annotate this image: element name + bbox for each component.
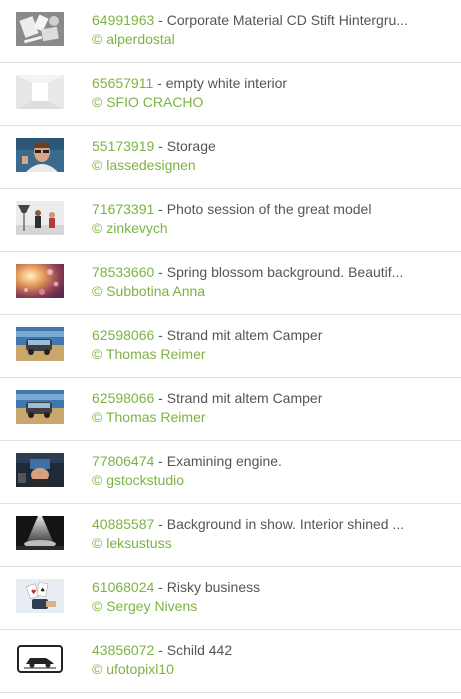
list-item[interactable]: 62598066 - Strand mit altem Camper © Tho… [0,315,461,378]
list-item[interactable]: 62598066 - Strand mit altem Camper © Tho… [0,378,461,441]
list-item[interactable]: 43856072 - Schild 442 © ufotopixl10 [0,630,461,693]
list-item[interactable]: 71673391 - Photo session of the great mo… [0,189,461,252]
item-id-link[interactable]: 62598066 [92,390,154,406]
list-item[interactable]: 77806474 - Examining engine. © gstockstu… [0,441,461,504]
author-link[interactable]: © zinkevych [92,219,452,238]
list-item[interactable]: 78533660 - Spring blossom background. Be… [0,252,461,315]
item-title: Photo session of the great model [166,201,372,217]
item-title: Schild 442 [166,642,233,658]
svg-text:♥: ♥ [31,589,36,596]
item-id-link[interactable]: 61068024 [92,579,154,595]
thumbnail-traffic-sign[interactable] [16,642,64,676]
item-title-line: 64991963 - Corporate Material CD Stift H… [92,12,408,28]
item-id-link[interactable]: 40885587 [92,516,154,532]
author-link[interactable]: © leksustuss [92,534,452,553]
list-item[interactable]: 65657911 - empty white interior © SFIO C… [0,63,461,126]
item-id-link[interactable]: 78533660 [92,264,154,280]
item-id-link[interactable]: 62598066 [92,327,154,343]
item-title: empty white interior [165,75,288,91]
item-id-link[interactable]: 64991963 [92,12,154,28]
svg-text:♠: ♠ [40,587,45,594]
item-title: Background in show. Interior shined ... [166,516,405,532]
list-item[interactable]: ♥ ♠ 61068024 - Risky business © Sergey N… [0,567,461,630]
thumbnail-man-glasses[interactable] [16,138,64,172]
item-id-link[interactable]: 77806474 [92,453,154,469]
item-title-line: 43856072 - Schild 442 [92,642,233,658]
item-title-line: 61068024 - Risky business [92,579,261,595]
author-link[interactable]: © Subbotina Anna [92,282,452,301]
item-title-line: 65657911 - empty white interior [92,75,288,91]
author-link[interactable]: © SFIO CRACHO [92,93,452,112]
item-title-line: 40885587 - Background in show. Interior … [92,516,405,532]
item-title: Storage [166,138,216,154]
item-title: Spring blossom background. Beautif... [166,264,404,280]
item-title: Examining engine. [166,453,282,469]
item-title-line: 77806474 - Examining engine. [92,453,282,469]
item-title-line: 62598066 - Strand mit altem Camper [92,390,323,406]
thumbnail-blossom[interactable] [16,264,64,298]
thumbnail-photo-studio[interactable] [16,201,64,235]
item-title-line: 55173919 - Storage [92,138,216,154]
list-item[interactable]: 55173919 - Storage © lassedesignen [0,126,461,189]
item-title-line: 78533660 - Spring blossom background. Be… [92,264,404,280]
thumbnail-camper-beach[interactable] [16,327,64,361]
item-id-link[interactable]: 55173919 [92,138,154,154]
stock-image-list: 64991963 - Corporate Material CD Stift H… [0,0,461,693]
author-link[interactable]: © alperdostal [92,30,452,49]
thumbnail-spotlight-stage[interactable] [16,516,64,550]
item-id-link[interactable]: 71673391 [92,201,154,217]
item-id-link[interactable]: 43856072 [92,642,154,658]
thumbnail-cards-hand[interactable]: ♥ ♠ [16,579,64,613]
thumbnail-camper-beach[interactable] [16,390,64,424]
author-link[interactable]: © ufotopixl10 [92,660,452,679]
list-item[interactable]: 64991963 - Corporate Material CD Stift H… [0,0,461,63]
author-link[interactable]: © gstockstudio [92,471,452,490]
author-link[interactable]: © Thomas Reimer [92,345,452,364]
item-title: Risky business [166,579,261,595]
thumbnail-white-room[interactable] [16,75,64,109]
thumbnail-engine[interactable] [16,453,64,487]
item-id-link[interactable]: 65657911 [92,75,153,91]
item-title: Strand mit altem Camper [166,327,323,343]
item-title: Corporate Material CD Stift Hintergru... [166,12,408,28]
author-link[interactable]: © Sergey Nivens [92,597,452,616]
thumbnail-stationery[interactable] [16,12,64,46]
list-item[interactable]: 40885587 - Background in show. Interior … [0,504,461,567]
item-title: Strand mit altem Camper [166,390,323,406]
author-link[interactable]: © lassedesignen [92,156,452,175]
author-link[interactable]: © Thomas Reimer [92,408,452,427]
item-title-line: 62598066 - Strand mit altem Camper [92,327,323,343]
item-title-line: 71673391 - Photo session of the great mo… [92,201,372,217]
